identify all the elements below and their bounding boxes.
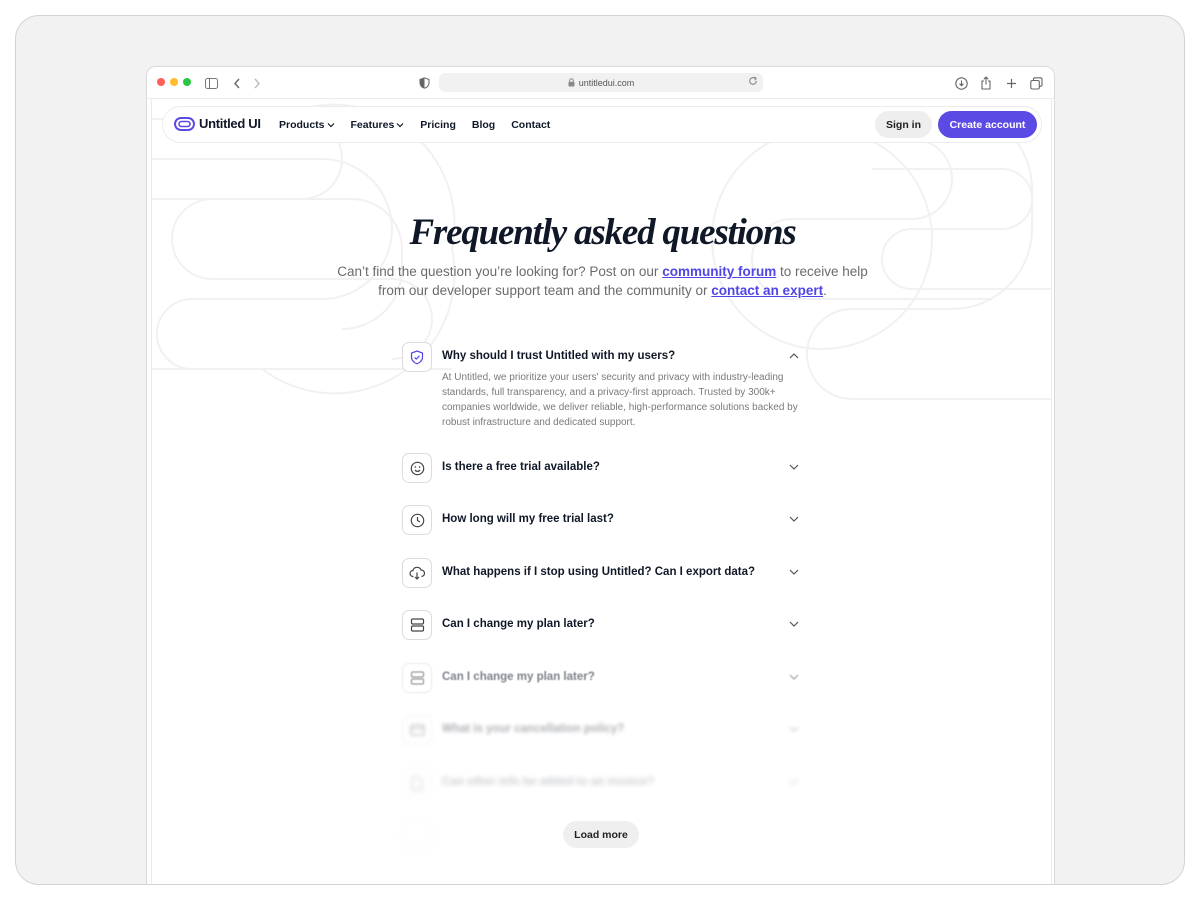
logo-text: Untitled UI xyxy=(199,116,261,131)
chevron-down-icon[interactable] xyxy=(788,566,800,578)
nav-blog[interactable]: Blog xyxy=(472,119,495,131)
reload-icon[interactable] xyxy=(748,76,758,86)
page-subtitle: Can’t find the question you’re looking f… xyxy=(332,262,873,300)
chevron-down-icon[interactable] xyxy=(788,723,800,735)
logo[interactable]: Untitled UI xyxy=(174,116,261,131)
device-frame: untitledui.com Untitled UI Products Feat… xyxy=(15,15,1185,885)
server-icon xyxy=(402,663,432,693)
maximize-window-dot[interactable] xyxy=(183,78,191,86)
browser-toolbar: untitledui.com xyxy=(147,67,1054,99)
smile-icon xyxy=(402,453,432,483)
close-window-dot[interactable] xyxy=(157,78,165,86)
chevron-down-icon[interactable] xyxy=(788,618,800,630)
privacy-shield-icon[interactable] xyxy=(416,75,432,91)
browser-window: untitledui.com Untitled UI Products Feat… xyxy=(146,66,1055,884)
page-title: Frequently asked questions xyxy=(409,212,796,253)
nav-features[interactable]: Features xyxy=(351,119,405,131)
contact-expert-link[interactable]: contact an expert xyxy=(711,283,823,298)
faq-question: Can other info be added to an invoice? xyxy=(442,776,655,788)
faq-question: What is your cancellation policy? xyxy=(442,723,625,735)
nav-pricing[interactable]: Pricing xyxy=(420,119,456,131)
create-account-button[interactable]: Create account xyxy=(938,111,1037,138)
faq-icon-placeholder xyxy=(402,820,432,850)
clock-icon xyxy=(402,505,432,535)
web-page: Untitled UI Products Features Pricing Bl… xyxy=(151,99,1052,884)
minimize-window-dot[interactable] xyxy=(170,78,178,86)
logo-mark-icon xyxy=(174,116,195,131)
faq-question: Can I change my plan later? xyxy=(442,618,595,630)
chevron-up-icon[interactable] xyxy=(788,350,800,362)
sign-in-button[interactable]: Sign in xyxy=(875,111,932,138)
server-icon xyxy=(402,610,432,640)
url-text: untitledui.com xyxy=(578,77,635,88)
community-forum-link[interactable]: community forum xyxy=(662,264,776,279)
share-icon[interactable] xyxy=(978,75,994,91)
top-navigation: Untitled UI Products Features Pricing Bl… xyxy=(162,106,1042,143)
faq-question: What happens if I stop using Untitled? C… xyxy=(442,566,756,578)
credit-card-icon xyxy=(402,715,432,745)
lock-icon xyxy=(568,78,575,87)
chevron-down-icon xyxy=(327,122,334,127)
shield-check-icon xyxy=(402,342,432,372)
nav-products[interactable]: Products xyxy=(279,119,335,131)
download-icon[interactable] xyxy=(953,75,969,91)
cloud-download-icon xyxy=(402,558,432,588)
faq-question: Can I change my plan later? xyxy=(442,671,595,683)
address-bar[interactable]: untitledui.com xyxy=(439,73,763,92)
chevron-down-icon xyxy=(396,122,404,127)
chevron-down-icon[interactable] xyxy=(788,461,800,473)
subtitle-text-1: Can’t find the question you’re looking f… xyxy=(337,264,663,279)
nav-features-label: Features xyxy=(350,118,395,131)
nav-contact[interactable]: Contact xyxy=(511,119,550,131)
subtitle-text-3: . xyxy=(823,283,827,298)
tab-overview-icon[interactable] xyxy=(1028,75,1044,91)
faq-question: Is there a free trial available? xyxy=(442,461,600,473)
main-menu: Products Features Pricing Blog Contact xyxy=(279,107,566,142)
sidebar-toggle-icon[interactable] xyxy=(203,75,219,91)
faq-answer: At Untitled, we prioritize your users' s… xyxy=(442,372,798,428)
chevron-down-icon[interactable] xyxy=(788,776,800,788)
chevron-down-icon[interactable] xyxy=(788,671,800,683)
forward-icon[interactable] xyxy=(249,75,265,91)
back-icon[interactable] xyxy=(229,75,245,91)
chevron-down-icon[interactable] xyxy=(788,513,800,525)
file-icon xyxy=(402,768,432,798)
faq-question: How long will my free trial last? xyxy=(442,513,614,525)
load-more-button[interactable]: Load more xyxy=(563,821,639,848)
nav-products-label: Products xyxy=(279,118,325,131)
faq-question: Why should I trust Untitled with my user… xyxy=(442,350,676,362)
new-tab-icon[interactable] xyxy=(1003,75,1019,91)
